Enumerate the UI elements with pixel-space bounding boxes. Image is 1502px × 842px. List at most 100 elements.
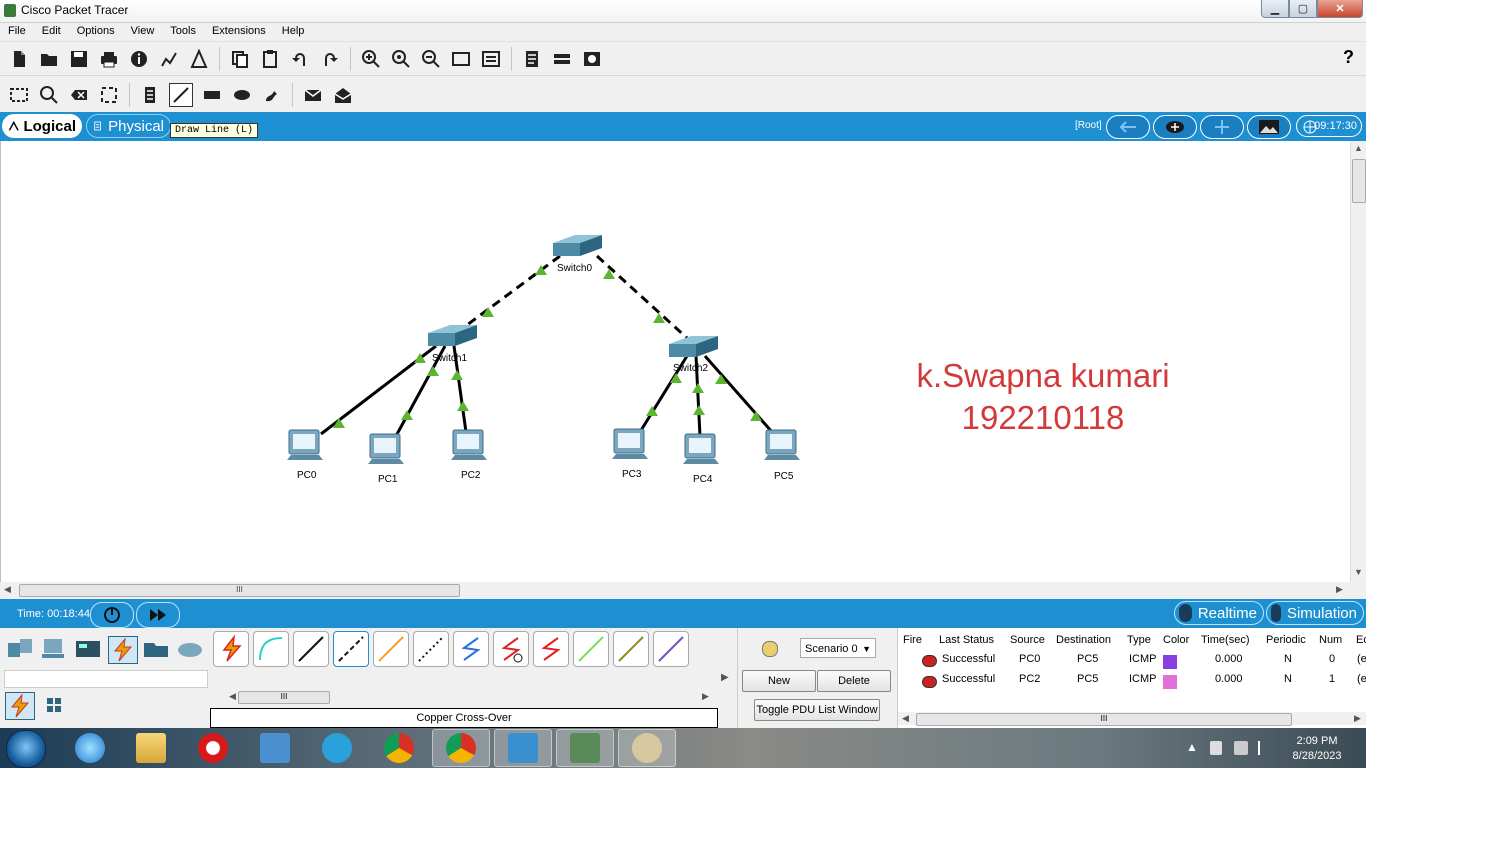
move-object-icon[interactable] (1200, 115, 1244, 139)
zoom-reset-icon[interactable] (390, 48, 412, 70)
col-last-status[interactable]: Last Status (939, 634, 994, 646)
copper-cross-over-icon[interactable] (333, 631, 369, 667)
col-periodic[interactable]: Periodic (1266, 634, 1306, 646)
connections-icon[interactable] (108, 636, 138, 664)
pc5-icon[interactable] (764, 429, 800, 460)
scenario-select[interactable]: Scenario 0 ▼ (800, 638, 876, 658)
connections-scroll-left-icon[interactable]: ◀ (229, 691, 236, 702)
coaxial-cable-icon[interactable] (453, 631, 489, 667)
link-switch0-switch1[interactable] (466, 254, 561, 327)
zoom-out-icon[interactable] (420, 48, 442, 70)
file-explorer-icon[interactable] (122, 729, 180, 767)
network-devices-icon[interactable] (6, 636, 34, 662)
automatic-connection-icon[interactable] (213, 631, 249, 667)
tray-expand-icon[interactable]: ▲ (1186, 740, 1198, 754)
menu-extensions[interactable]: Extensions (204, 23, 274, 41)
device-template-icon[interactable] (551, 48, 573, 70)
fiber-icon[interactable] (373, 631, 409, 667)
pc3-icon[interactable] (612, 428, 648, 459)
menu-file[interactable]: File (0, 23, 34, 41)
new-scenario-button[interactable]: New (742, 670, 816, 692)
resize-shape-icon[interactable] (98, 84, 120, 106)
tab-logical[interactable]: Logical (2, 114, 82, 138)
info-icon[interactable] (128, 48, 150, 70)
usb-cable-icon[interactable] (653, 631, 689, 667)
tab-physical[interactable]: Physical (86, 114, 171, 138)
scenario-info-icon[interactable] (762, 641, 778, 657)
switch2-icon[interactable] (669, 336, 718, 357)
add-simple-pdu-icon[interactable] (302, 84, 324, 106)
realtime-mode-button[interactable]: Realtime (1174, 601, 1264, 625)
paint-icon[interactable] (618, 729, 676, 767)
network-tray-icon[interactable] (1210, 741, 1222, 755)
select-icon[interactable] (8, 84, 30, 106)
col-color[interactable]: Color (1163, 634, 1189, 646)
console-cable-icon[interactable] (253, 631, 289, 667)
new-file-icon[interactable] (8, 48, 30, 70)
scroll-left-icon[interactable]: ◀ (4, 584, 11, 595)
link-switch0-switch2[interactable] (595, 254, 689, 340)
iot-custom-cable-icon[interactable] (613, 631, 649, 667)
serial-dte-icon[interactable] (533, 631, 569, 667)
pc4-icon[interactable] (683, 433, 719, 464)
place-note-icon[interactable] (139, 84, 161, 106)
pc2-icon[interactable] (451, 429, 487, 460)
taskbar-clock[interactable]: 2:09 PM 8/28/2023 (1282, 734, 1352, 764)
back-icon[interactable] (1106, 115, 1150, 139)
opera-icon[interactable] (184, 729, 242, 767)
octal-cable-icon[interactable] (573, 631, 609, 667)
pc0-icon[interactable] (287, 429, 323, 460)
switch1-icon[interactable] (428, 325, 477, 346)
chrome-profile-icon[interactable] (432, 729, 490, 767)
freeform-icon[interactable] (261, 84, 283, 106)
device-search-input[interactable] (4, 670, 208, 688)
image-viewer-icon[interactable] (581, 48, 603, 70)
telegram-icon[interactable] (308, 729, 366, 767)
events-scroll-left-icon[interactable]: ◀ (902, 713, 909, 724)
power-cycle-icon[interactable] (90, 602, 134, 628)
drawing-palette-icon[interactable] (450, 48, 472, 70)
menu-help[interactable]: Help (274, 23, 313, 41)
action-center-flag-icon[interactable] (1258, 741, 1272, 755)
link-switch2-pc5[interactable] (703, 355, 774, 433)
save-icon[interactable] (68, 48, 90, 70)
col-edit[interactable]: Ed (1356, 634, 1366, 646)
draw-rectangle-icon[interactable] (201, 84, 223, 106)
connection-list-scrollbar[interactable]: ◀ III ▶ (229, 690, 709, 704)
start-button[interactable] (6, 730, 46, 768)
menu-view[interactable]: View (123, 23, 163, 41)
chrome-icon[interactable] (370, 729, 428, 767)
components-icon[interactable] (74, 636, 102, 662)
network-info-icon[interactable] (158, 48, 180, 70)
menu-edit[interactable]: Edit (34, 23, 69, 41)
miscellaneous-icon[interactable] (142, 636, 170, 662)
internet-explorer-icon[interactable] (61, 729, 119, 767)
events-scroll-thumb[interactable]: III (916, 713, 1292, 726)
zoom-in-icon[interactable] (360, 48, 382, 70)
control-panel-icon[interactable] (246, 729, 304, 767)
horizontal-scroll-thumb[interactable]: III (19, 584, 460, 597)
volume-muted-icon[interactable] (1234, 741, 1248, 755)
custom-device-icon[interactable] (480, 48, 502, 70)
grid-view-icon[interactable] (40, 692, 68, 718)
end-devices-icon[interactable] (40, 636, 68, 662)
scroll-down-icon[interactable]: ▼ (1354, 567, 1363, 577)
toggle-pdu-list-button[interactable]: Toggle PDU List Window (754, 699, 880, 721)
fire-icon[interactable] (922, 655, 937, 667)
activity-wizard-icon[interactable] (188, 48, 210, 70)
col-destination[interactable]: Destination (1056, 634, 1111, 646)
phone-cable-icon[interactable] (413, 631, 449, 667)
set-background-icon[interactable] (1247, 115, 1291, 139)
redo-icon[interactable] (319, 48, 341, 70)
multiuser-connection-icon[interactable] (176, 636, 204, 662)
event-list-scrollbar[interactable]: ◀ III ▶ (898, 712, 1366, 726)
col-type[interactable]: Type (1127, 634, 1151, 646)
connections-subtype-icon[interactable] (5, 692, 35, 720)
row-edit[interactable]: (e (1357, 653, 1366, 665)
scroll-up-icon[interactable]: ▲ (1354, 143, 1363, 153)
workspace-horizontal-scrollbar[interactable]: ◀ III ▶ (0, 582, 1350, 597)
panel-expand-icon[interactable]: ▶ (721, 672, 729, 683)
serial-dce-icon[interactable] (493, 631, 529, 667)
inspect-icon[interactable] (38, 84, 60, 106)
row-edit[interactable]: (e (1357, 673, 1366, 685)
